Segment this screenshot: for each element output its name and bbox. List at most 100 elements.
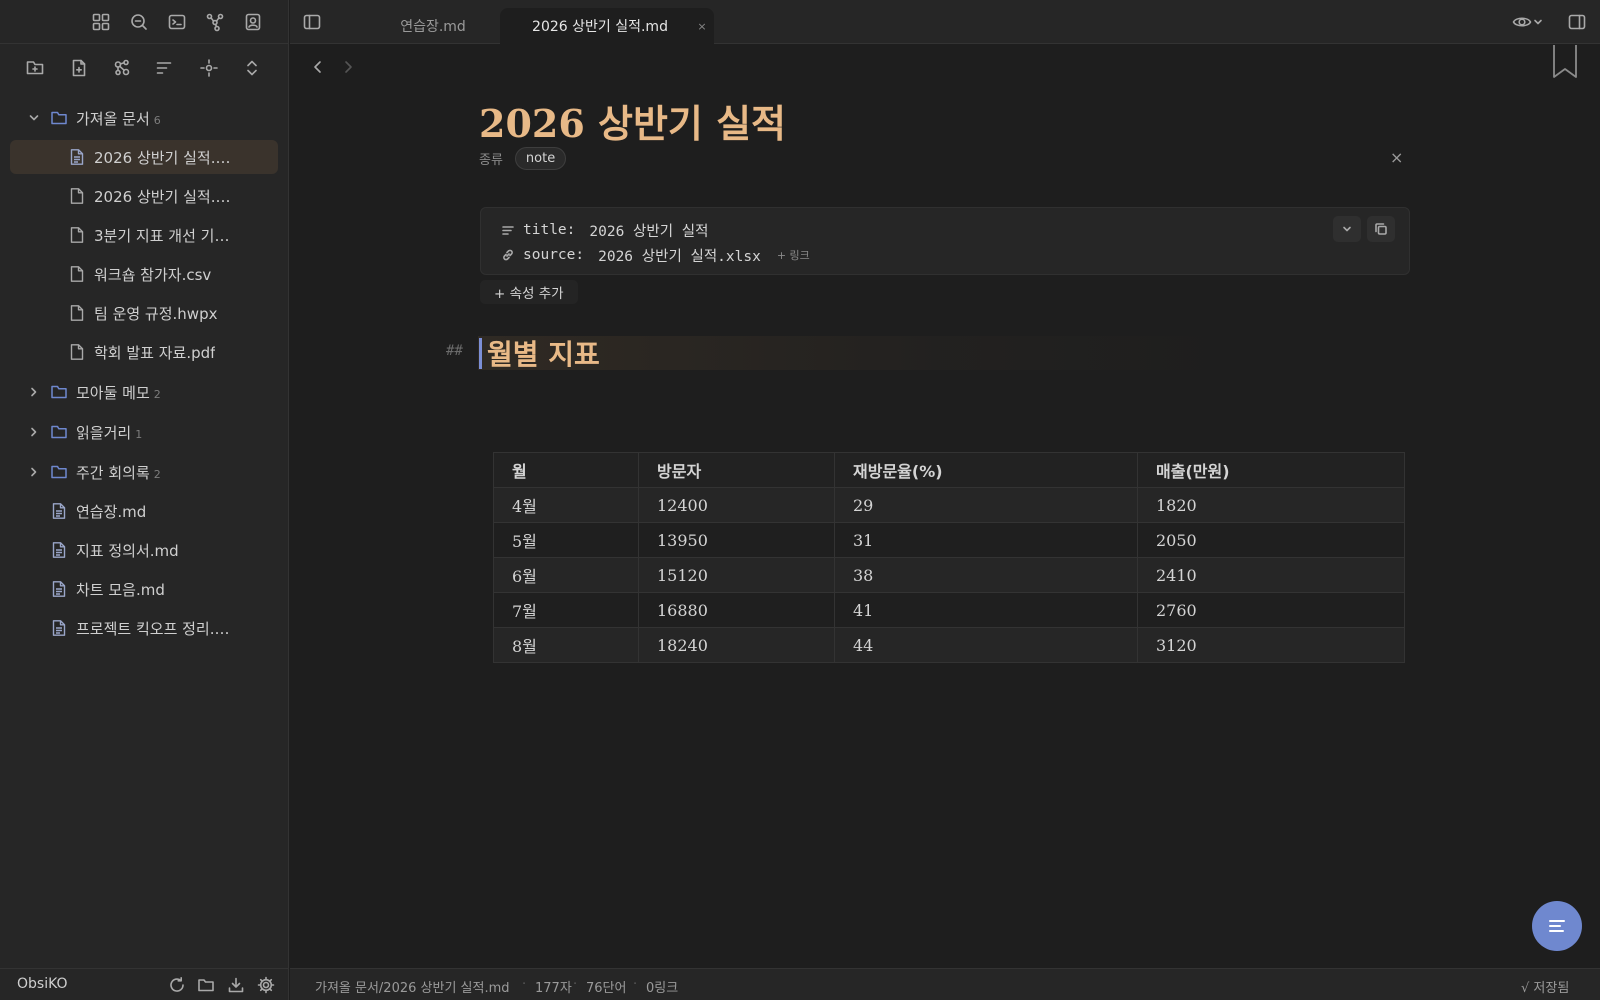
- locate-icon[interactable]: [196, 55, 222, 81]
- table-cell[interactable]: 44: [834, 627, 1138, 663]
- outline-fab-button[interactable]: [1532, 901, 1582, 951]
- table-cell[interactable]: 29: [834, 487, 1138, 523]
- property-value[interactable]: 2026 상반기 실적: [589, 220, 708, 241]
- table-cell[interactable]: 2050: [1137, 522, 1405, 558]
- table-cell[interactable]: 31: [834, 522, 1138, 558]
- folder-reading[interactable]: 읽을거리 1: [26, 415, 276, 449]
- tab-bar: 연습장.md × 2026 상반기 실적.md ×: [290, 0, 1600, 44]
- table-cell[interactable]: 41: [834, 592, 1138, 628]
- add-link-button[interactable]: + 링크: [777, 247, 810, 263]
- folder-count: 2: [153, 387, 161, 401]
- file-item-active[interactable]: 2026 상반기 실적.md: [10, 140, 278, 174]
- table-cell[interactable]: 6월: [493, 557, 639, 593]
- file-item[interactable]: 연습장.md: [50, 494, 270, 528]
- list-icon: [1549, 920, 1565, 932]
- close-icon[interactable]: ×: [690, 20, 714, 33]
- graph-view-icon[interactable]: [109, 55, 135, 81]
- table-header-row: 월 방문자 재방문율(%) 매출(만원): [493, 452, 1405, 488]
- property-source[interactable]: source: 2026 상반기 실적.xlsx + 링크: [501, 244, 810, 266]
- file-item[interactable]: 프로젝트 킥오프 정리.md: [50, 611, 240, 645]
- graph-icon[interactable]: [203, 10, 227, 34]
- file-item[interactable]: 3분기 지표 개선 기획안: [68, 218, 248, 252]
- table-cell[interactable]: 15120: [638, 557, 835, 593]
- add-property-button[interactable]: + 속성 추가: [480, 280, 578, 304]
- table-cell[interactable]: 38: [834, 557, 1138, 593]
- table-cell[interactable]: 7월: [493, 592, 639, 628]
- right-sidebar-toggle-icon[interactable]: [1567, 12, 1587, 32]
- table-cell[interactable]: 4월: [493, 487, 639, 523]
- folder-import-docs[interactable]: 가져올 문서 6: [26, 101, 276, 135]
- vault-name[interactable]: ObsiKO: [17, 976, 68, 992]
- tab-title: 연습장.md: [400, 19, 466, 35]
- section-heading[interactable]: 월별 지표: [487, 333, 600, 373]
- new-note-icon[interactable]: [66, 55, 92, 81]
- folder-memo[interactable]: 모아둘 메모 2: [26, 375, 276, 409]
- terminal-icon[interactable]: [165, 10, 189, 34]
- sort-icon[interactable]: [151, 55, 177, 81]
- file-item[interactable]: 팀 운영 규정.hwpx: [68, 296, 268, 330]
- table-header-cell[interactable]: 방문자: [638, 452, 835, 488]
- folder-icon: [51, 465, 67, 479]
- file-item[interactable]: 워크숍 참가자.csv: [68, 257, 268, 291]
- folder-weekly[interactable]: 주간 회의록 2: [26, 455, 276, 489]
- table-cell[interactable]: 1820: [1137, 487, 1405, 523]
- table-cell[interactable]: 2760: [1137, 592, 1405, 628]
- table-cell[interactable]: 2410: [1137, 557, 1405, 593]
- property-title[interactable]: title: 2026 상반기 실적: [501, 219, 708, 241]
- refresh-icon[interactable]: [166, 974, 188, 996]
- file-item[interactable]: 차트 모음.md: [50, 572, 270, 606]
- tag-pill[interactable]: note: [514, 146, 567, 170]
- table-cell[interactable]: 3120: [1137, 627, 1405, 663]
- sidebar-ribbon: [0, 0, 289, 44]
- bookmark-icon[interactable]: [1552, 45, 1578, 79]
- data-table[interactable]: 월 방문자 재방문율(%) 매출(만원) 4월 12400 29 1820 5월…: [493, 452, 1405, 663]
- property-key: source:: [523, 247, 585, 263]
- contact-icon[interactable]: [241, 10, 265, 34]
- file-item[interactable]: 2026 상반기 실적.xlsx: [68, 179, 248, 213]
- table-cell[interactable]: 16880: [638, 592, 835, 628]
- close-icon[interactable]: ×: [1390, 148, 1403, 167]
- tab-active-report[interactable]: 2026 상반기 실적.md ×: [500, 8, 714, 44]
- markdown-file-icon: [52, 581, 66, 597]
- collapse-icon[interactable]: [239, 55, 265, 81]
- file-item[interactable]: 지표 정의서.md: [50, 533, 270, 567]
- file-item[interactable]: 학회 발표 자료.pdf: [68, 335, 268, 369]
- search-icon[interactable]: [127, 10, 151, 34]
- download-icon[interactable]: [225, 974, 247, 996]
- grid-icon[interactable]: [89, 10, 113, 34]
- table-cell[interactable]: 12400: [638, 487, 835, 523]
- copy-button[interactable]: [1367, 216, 1395, 242]
- table-cell[interactable]: 5월: [493, 522, 639, 558]
- view-mode-toggle[interactable]: [1512, 12, 1544, 32]
- sidebar-toggle-icon[interactable]: [302, 12, 322, 32]
- folder-count: 1: [135, 427, 143, 441]
- file-label: 연습장.md: [76, 502, 147, 521]
- file-icon: [70, 266, 84, 282]
- file-label: 2026 상반기 실적.md: [94, 148, 234, 167]
- gear-icon[interactable]: [255, 974, 277, 996]
- forward-arrow-icon[interactable]: [340, 59, 356, 75]
- back-arrow-icon[interactable]: [310, 59, 326, 75]
- file-label: 워크숍 참가자.csv: [94, 265, 212, 284]
- table-header-cell[interactable]: 월: [493, 452, 639, 488]
- folder-icon: [51, 385, 67, 399]
- table-header-cell[interactable]: 매출(만원): [1137, 452, 1405, 488]
- editor-pane: 2026 상반기 실적 종류 note × title: 2026 상반기 실적…: [290, 45, 1600, 968]
- properties-block: title: 2026 상반기 실적 source: 2026 상반기 실적.x…: [480, 207, 1410, 275]
- property-value[interactable]: 2026 상반기 실적.xlsx: [598, 245, 761, 266]
- collapse-properties-button[interactable]: [1333, 216, 1361, 242]
- table-row: 6월 15120 38 2410: [493, 557, 1405, 593]
- markdown-file-icon: [52, 503, 66, 519]
- table-row: 5월 13950 31 2050: [493, 522, 1405, 558]
- table-header-cell[interactable]: 재방문율(%): [834, 452, 1138, 488]
- status-bar: 가져올 문서/2026 상반기 실적.md · 177자 · 76단어 · 0링…: [290, 968, 1600, 1000]
- status-path[interactable]: 가져올 문서/2026 상반기 실적.md: [315, 977, 510, 996]
- chevron-right-icon: [31, 467, 37, 477]
- table-cell[interactable]: 8월: [493, 627, 639, 663]
- folder-label: 가져올 문서: [76, 109, 150, 128]
- table-cell[interactable]: 18240: [638, 627, 835, 663]
- new-folder-icon[interactable]: [22, 55, 48, 81]
- page-title[interactable]: 2026 상반기 실적: [479, 93, 786, 148]
- table-cell[interactable]: 13950: [638, 522, 835, 558]
- folder-open-icon[interactable]: [195, 974, 217, 996]
